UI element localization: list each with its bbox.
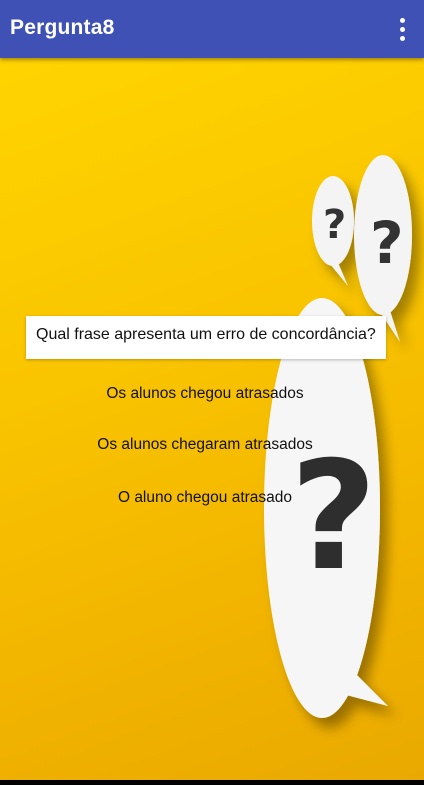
option-2[interactable]: Os alunos chegaram atrasados <box>0 436 410 454</box>
question-bubbles-illustration: ? ? ? <box>264 155 412 718</box>
app-bar: Pergunta8 <box>0 0 424 58</box>
question-text: Qual frase apresenta um erro de concordâ… <box>26 316 386 359</box>
app-title: Pergunta8 <box>10 16 115 39</box>
content-area: ? ? ? Qual frase apresenta um erro de co… <box>0 58 424 780</box>
svg-text:?: ? <box>370 209 404 277</box>
svg-text:?: ? <box>323 202 346 248</box>
option-1[interactable]: Os alunos chegou atrasados <box>0 385 410 403</box>
more-vert-icon[interactable] <box>390 12 414 46</box>
svg-text:?: ? <box>290 430 377 604</box>
option-3[interactable]: O aluno chegou atrasado <box>0 489 410 507</box>
bottom-edge <box>0 780 424 785</box>
